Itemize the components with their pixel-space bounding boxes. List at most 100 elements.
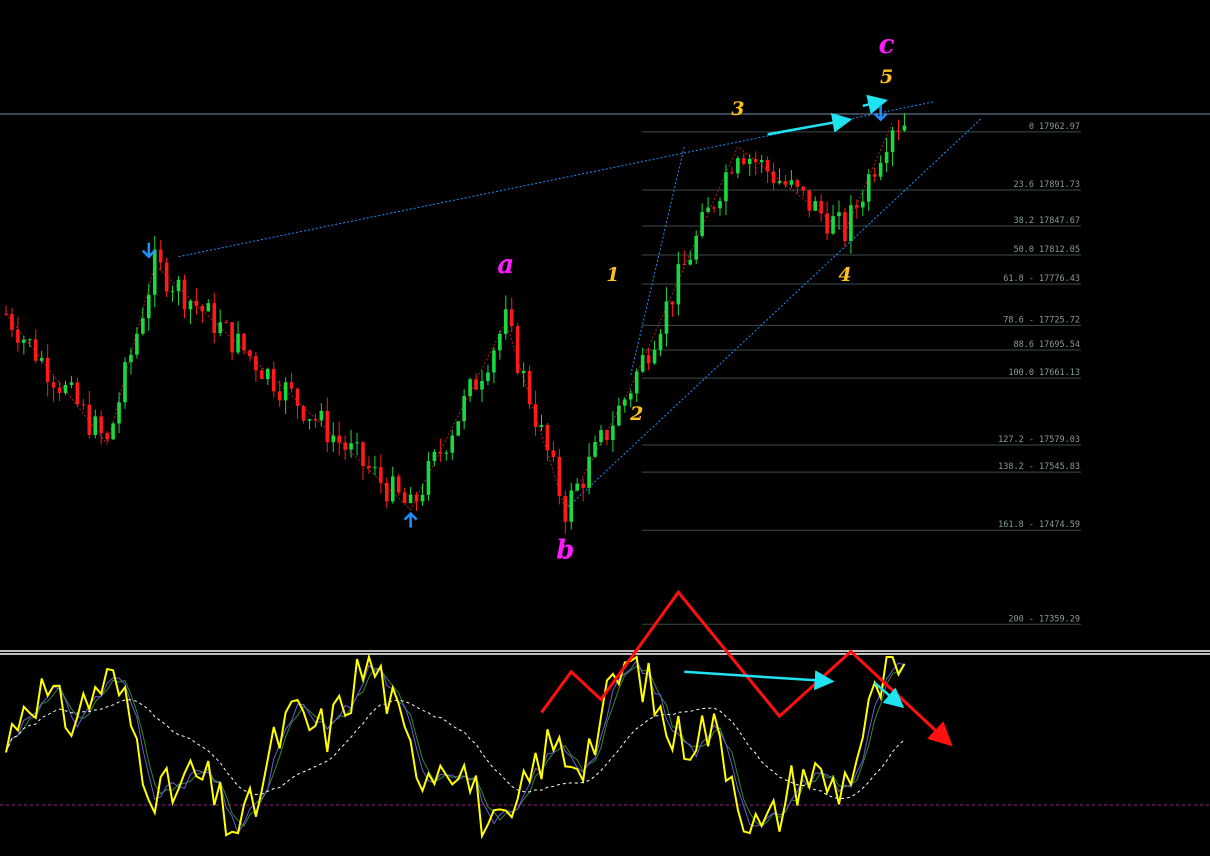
candle-body — [545, 425, 550, 451]
candle-body — [569, 490, 574, 522]
candle-body — [849, 205, 853, 242]
candle-body — [480, 380, 484, 390]
candle-body — [736, 158, 740, 174]
candle-body — [819, 201, 823, 214]
candle-body — [420, 494, 425, 502]
chart-svg: 0 17962.97 23.6 17891.73 38.2 17847.67 50.0… — [0, 0, 1210, 852]
candle-body — [509, 309, 514, 327]
candle-body — [724, 172, 728, 202]
candle-body — [855, 205, 859, 208]
candle-body — [152, 249, 157, 295]
candle-body — [63, 384, 68, 393]
candle-body — [277, 391, 282, 401]
candle-body — [890, 130, 895, 153]
wave-label-4: 4 — [838, 264, 851, 286]
candle-body — [902, 125, 907, 131]
candle-body — [260, 370, 264, 380]
candle-body — [313, 419, 318, 421]
candle-body — [105, 433, 109, 440]
candle-body — [628, 393, 633, 400]
candle-body — [640, 355, 645, 372]
candle-body — [212, 303, 217, 334]
candle-body — [337, 435, 341, 443]
candle-body — [492, 350, 496, 373]
candle-body — [194, 300, 199, 307]
fib-level-label: 0 17962.97 — [1029, 122, 1080, 132]
candle-body — [283, 382, 288, 401]
candle-body — [884, 152, 889, 163]
candle-body — [611, 425, 615, 441]
candle-body — [45, 357, 50, 383]
candle-body — [670, 301, 675, 305]
candle-body — [765, 159, 770, 172]
candle-body — [575, 483, 579, 491]
candle-body — [444, 452, 449, 454]
candle-body — [248, 350, 252, 357]
candle-body — [581, 483, 585, 488]
candle-body — [4, 313, 8, 315]
candle-body — [266, 368, 270, 380]
candle-body — [28, 339, 32, 341]
candle-body — [474, 379, 478, 390]
candle-body — [706, 207, 710, 213]
candle-body — [111, 423, 115, 440]
candle-body — [402, 492, 407, 503]
candle-body — [468, 379, 472, 397]
fib-level-label: 50.0 17812.05 — [1013, 245, 1080, 255]
candle-body — [664, 301, 669, 334]
candle-body — [676, 264, 681, 305]
candle-body — [658, 333, 663, 350]
fib-level-label: 23.6 17891.73 — [1013, 180, 1080, 190]
chart-area: 0 17962.97 23.6 17891.73 38.2 17847.67 50.0… — [0, 0, 1210, 852]
candle-body — [563, 496, 568, 522]
candle-body — [682, 264, 687, 266]
candle-body — [515, 326, 520, 373]
wave-label-b: b — [556, 535, 574, 565]
candle-body — [176, 279, 181, 292]
candle-body — [742, 158, 746, 164]
candle-body — [771, 171, 776, 184]
candle-body — [224, 322, 228, 324]
candle-body — [295, 388, 300, 406]
candle-body — [117, 402, 121, 424]
candle-body — [218, 322, 222, 334]
candle-body — [289, 382, 294, 389]
candle-body — [147, 294, 151, 319]
wave-label-2: 2 — [629, 403, 643, 425]
candle-body — [617, 405, 621, 426]
candle-body — [432, 451, 437, 462]
candle-body — [557, 456, 562, 497]
fib-level-label: 61.8 - 17776.43 — [1003, 274, 1080, 284]
candle-body — [319, 410, 324, 421]
candle-body — [587, 456, 591, 488]
fib-level-label: 38.2 17847.67 — [1013, 216, 1080, 226]
candle-body — [33, 339, 38, 361]
candle-body — [504, 309, 508, 334]
candle-body — [408, 494, 413, 503]
candle-body — [593, 442, 597, 457]
candle-body — [730, 172, 734, 174]
candle-body — [599, 430, 603, 443]
candle-body — [688, 259, 693, 265]
candle-body — [75, 382, 80, 405]
wave-label-a: a — [497, 250, 514, 280]
candle-body — [521, 370, 526, 373]
candle-body — [896, 130, 901, 132]
candle-body — [361, 442, 365, 466]
candle-body — [22, 339, 26, 343]
candle-body — [123, 362, 127, 403]
candle-body — [866, 174, 871, 202]
fib-level-label: 100.0 17661.13 — [1008, 368, 1080, 378]
fib-level-label: 138.2 - 17545.83 — [998, 462, 1080, 472]
candle-body — [254, 356, 258, 371]
candle-body — [623, 399, 627, 406]
candle-body — [39, 357, 44, 361]
candle-body — [158, 249, 163, 263]
candle-body — [807, 190, 812, 211]
candle-body — [170, 291, 175, 293]
candle-body — [831, 216, 835, 234]
candle-body — [498, 333, 502, 351]
candle-body — [605, 430, 609, 441]
candle-body — [652, 349, 657, 364]
candle-body — [783, 181, 788, 185]
